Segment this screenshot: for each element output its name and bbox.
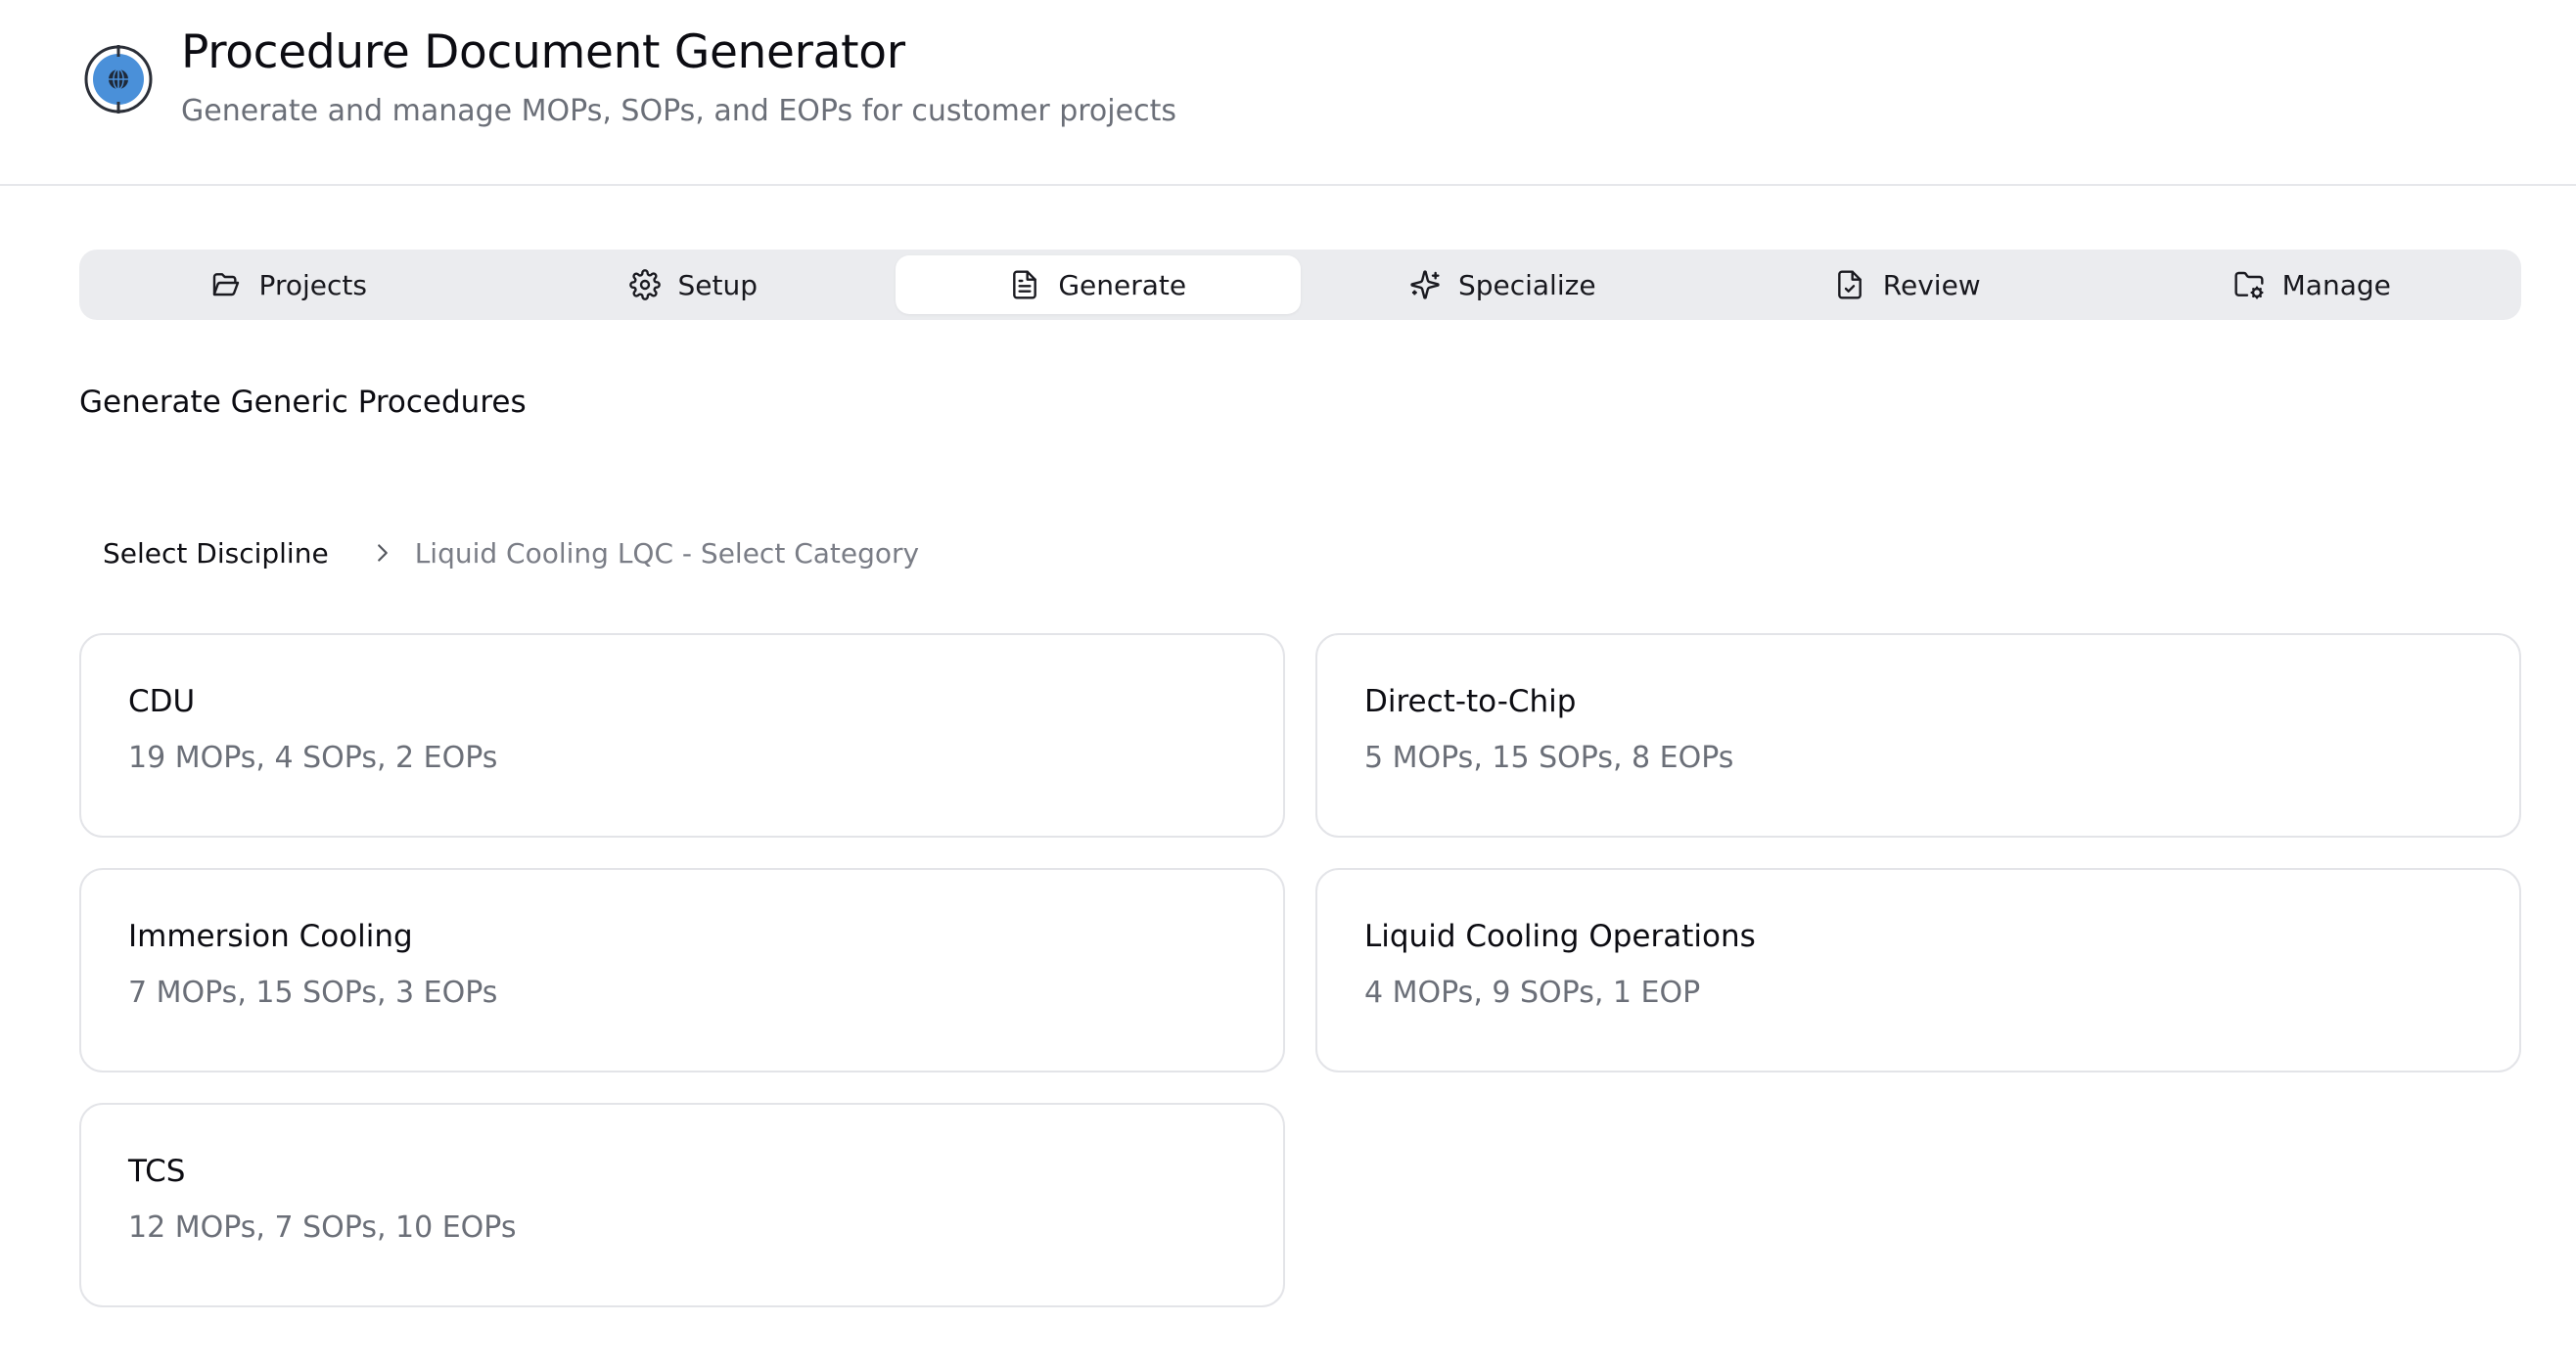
tab-generate[interactable]: Generate [896,255,1301,314]
category-card-liquid-cooling-operations[interactable]: Liquid Cooling Operations 4 MOPs, 9 SOPs… [1315,868,2521,1072]
card-title: TCS [128,1154,186,1189]
card-title: Liquid Cooling Operations [1364,919,1756,954]
main-tabs: Projects Setup Generate Specialize Revie… [79,250,2521,320]
card-counts: 5 MOPs, 15 SOPs, 8 EOPs [1364,741,1734,775]
section-title: Generate Generic Procedures [79,385,527,420]
document-icon [1013,270,1037,299]
category-card-cdu[interactable]: CDU 19 MOPs, 4 SOPs, 2 EOPs [79,633,1285,838]
card-title: CDU [128,684,196,719]
tab-label: Review [1882,268,1981,301]
app-header: Procedure Document Generator Generate an… [0,0,2576,186]
tab-label: Specialize [1457,268,1596,301]
tab-projects[interactable]: Projects [86,255,491,314]
tab-label: Generate [1058,268,1187,301]
card-counts: 19 MOPs, 4 SOPs, 2 EOPs [128,741,498,775]
category-card-direct-to-chip[interactable]: Direct-to-Chip 5 MOPs, 15 SOPs, 8 EOPs [1315,633,2521,838]
tab-manage[interactable]: Manage [2110,255,2515,314]
tab-label: Projects [258,268,367,301]
tab-label: Setup [677,268,759,301]
card-counts: 4 MOPs, 9 SOPs, 1 EOP [1364,976,1701,1010]
category-card-tcs[interactable]: TCS 12 MOPs, 7 SOPs, 10 EOPs [79,1103,1285,1307]
category-card-immersion-cooling[interactable]: Immersion Cooling 7 MOPs, 15 SOPs, 3 EOP… [79,868,1285,1072]
folder-gear-icon [2234,271,2264,299]
chevron-right-icon [377,544,388,562]
gear-icon [628,269,661,300]
card-title: Immersion Cooling [128,919,413,954]
card-counts: 7 MOPs, 15 SOPs, 3 EOPs [128,976,498,1010]
globe-target-icon [84,45,153,114]
tab-review[interactable]: Review [1705,255,2110,314]
tab-label: Manage [2281,268,2391,301]
category-grid: CDU 19 MOPs, 4 SOPs, 2 EOPs Direct-to-Ch… [79,633,2521,1307]
breadcrumb: Select Discipline Liquid Cooling LQC - S… [79,526,919,579]
folder-open-icon [212,273,239,297]
sparkles-icon [1410,270,1440,299]
tab-specialize[interactable]: Specialize [1301,255,1706,314]
breadcrumb-select-discipline[interactable]: Select Discipline [79,529,352,577]
breadcrumb-current: Liquid Cooling LQC - Select Category [414,536,920,570]
app-title: Procedure Document Generator [181,25,905,79]
tab-setup[interactable]: Setup [491,255,897,314]
app-subtitle: Generate and manage MOPs, SOPs, and EOPs… [181,94,1176,128]
card-counts: 12 MOPs, 7 SOPs, 10 EOPs [128,1210,517,1245]
document-check-icon [1837,270,1862,299]
card-title: Direct-to-Chip [1364,684,1577,719]
